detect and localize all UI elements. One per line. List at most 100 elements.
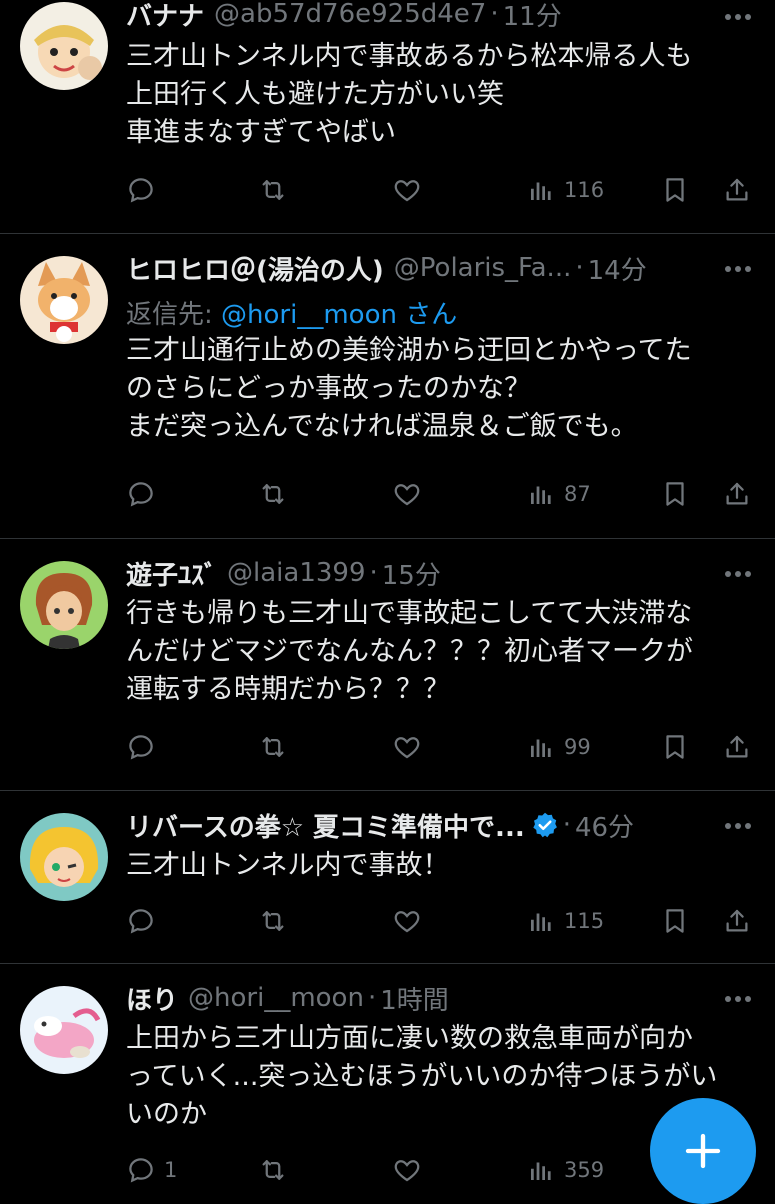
like-button[interactable] bbox=[392, 901, 422, 941]
anime-boy-avatar[interactable] bbox=[20, 561, 108, 649]
reply-suffix: さん bbox=[405, 300, 458, 330]
tweet[interactable]: ヒロヒロ＠(湯治の人) @Polaris_Fa... · 14分 返信先: @h… bbox=[0, 234, 775, 539]
tweet-actions: 116 bbox=[126, 170, 755, 210]
more-options-icon[interactable] bbox=[721, 254, 755, 284]
views-button[interactable]: 87 bbox=[526, 474, 591, 514]
tweet[interactable]: リバースの拳☆ 夏コミ準備中で... · 46分 三才山トンネル内で事故！ 11… bbox=[0, 791, 775, 964]
tweet-text: 行きも帰りも三才山で事故起こしてて大渋滞な んだけどマジでなんなん？？？初心者マ… bbox=[126, 598, 693, 705]
more-options-icon[interactable] bbox=[721, 984, 755, 1014]
user-handle[interactable]: @hori__moon bbox=[188, 983, 364, 1013]
views-icon bbox=[526, 732, 556, 762]
share-icon bbox=[722, 479, 752, 509]
pink-creature-avatar[interactable] bbox=[20, 986, 108, 1074]
more-options-icon[interactable] bbox=[721, 2, 755, 32]
views-count: 99 bbox=[564, 735, 591, 759]
plus-icon bbox=[685, 1133, 721, 1169]
views-count: 87 bbox=[564, 482, 591, 506]
reply-mention-link[interactable]: @hori__moon bbox=[221, 300, 397, 330]
like-button[interactable] bbox=[392, 170, 422, 210]
like-button[interactable] bbox=[392, 1150, 422, 1190]
retweet-icon bbox=[258, 1155, 288, 1185]
timestamp[interactable]: 46分 bbox=[575, 807, 634, 844]
more-options-icon[interactable] bbox=[721, 559, 755, 589]
tweet-actions: 99 bbox=[126, 727, 755, 767]
anime-girl-avatar[interactable] bbox=[20, 813, 108, 901]
retweet-button[interactable] bbox=[258, 901, 288, 941]
compose-button[interactable] bbox=[650, 1098, 756, 1204]
reply-icon bbox=[126, 906, 156, 936]
separator: · bbox=[562, 810, 571, 840]
timestamp[interactable]: 15分 bbox=[382, 555, 441, 592]
views-icon bbox=[526, 1155, 556, 1185]
share-icon bbox=[722, 175, 752, 205]
retweet-button[interactable] bbox=[258, 727, 288, 767]
user-handle[interactable]: @laia1399 bbox=[227, 558, 365, 588]
display-name[interactable]: バナナ bbox=[126, 0, 204, 33]
separator: · bbox=[369, 558, 378, 588]
anime-character-avatar[interactable] bbox=[20, 2, 108, 90]
views-button[interactable]: 116 bbox=[526, 170, 604, 210]
user-handle[interactable]: @ab57d76e925d4e7 bbox=[214, 0, 486, 29]
retweet-icon bbox=[258, 479, 288, 509]
bookmark-button[interactable] bbox=[660, 474, 690, 514]
timestamp[interactable]: 1時間 bbox=[380, 980, 449, 1017]
verified-badge-icon bbox=[533, 812, 557, 838]
more-options-icon[interactable] bbox=[721, 811, 755, 841]
tweet-header: ほり @hori__moon · 1時間 bbox=[126, 978, 755, 1018]
heart-icon bbox=[392, 175, 422, 205]
bookmark-icon bbox=[660, 732, 690, 762]
share-button[interactable] bbox=[722, 901, 752, 941]
display-name[interactable]: リバースの拳☆ 夏コミ準備中で... bbox=[126, 807, 525, 844]
tweet[interactable]: バナナ @ab57d76e925d4e7 · 11分 三才山トンネル内で事故ある… bbox=[0, 0, 775, 234]
like-button[interactable] bbox=[392, 474, 422, 514]
share-icon bbox=[722, 732, 752, 762]
retweet-button[interactable] bbox=[258, 474, 288, 514]
bookmark-button[interactable] bbox=[660, 727, 690, 767]
views-count: 359 bbox=[564, 1158, 605, 1182]
share-button[interactable] bbox=[722, 170, 752, 210]
retweet-button[interactable] bbox=[258, 170, 288, 210]
views-button[interactable]: 359 bbox=[526, 1150, 604, 1190]
bookmark-button[interactable] bbox=[660, 170, 690, 210]
reply-icon bbox=[126, 479, 156, 509]
bookmark-icon bbox=[660, 479, 690, 509]
separator: · bbox=[367, 983, 377, 1013]
separator: · bbox=[575, 253, 584, 283]
reply-prefix: 返信先: bbox=[126, 300, 213, 330]
timestamp[interactable]: 14分 bbox=[588, 250, 647, 287]
views-icon bbox=[526, 906, 556, 936]
display-name[interactable]: 遊子ﾕｽﾞ bbox=[126, 555, 217, 592]
bookmark-icon bbox=[660, 906, 690, 936]
reply-context: 返信先: @hori__moon さん bbox=[126, 294, 457, 331]
views-button[interactable]: 115 bbox=[526, 901, 604, 941]
heart-icon bbox=[392, 479, 422, 509]
reply-count: 1 bbox=[164, 1158, 178, 1182]
display-name[interactable]: ほり bbox=[126, 980, 178, 1017]
reply-button[interactable] bbox=[126, 727, 156, 767]
tweet-header: バナナ @ab57d76e925d4e7 · 11分 bbox=[126, 0, 755, 34]
user-handle[interactable]: @Polaris_Fa... bbox=[394, 253, 572, 283]
retweet-icon bbox=[258, 175, 288, 205]
heart-icon bbox=[392, 906, 422, 936]
tweet[interactable]: 遊子ﾕｽﾞ @laia1399 · 15分 行きも帰りも三才山で事故起こしてて大… bbox=[0, 539, 775, 791]
heart-icon bbox=[392, 732, 422, 762]
retweet-icon bbox=[258, 732, 288, 762]
share-button[interactable] bbox=[722, 474, 752, 514]
tweet-header: ヒロヒロ＠(湯治の人) @Polaris_Fa... · 14分 bbox=[126, 248, 755, 288]
bookmark-button[interactable] bbox=[660, 901, 690, 941]
views-count: 116 bbox=[564, 178, 605, 202]
retweet-button[interactable] bbox=[258, 1150, 288, 1190]
reply-button[interactable] bbox=[126, 474, 156, 514]
corgi-avatar[interactable] bbox=[20, 256, 108, 344]
reply-icon bbox=[126, 732, 156, 762]
views-button[interactable]: 99 bbox=[526, 727, 591, 767]
timestamp[interactable]: 11分 bbox=[503, 0, 562, 33]
tweet-text: 上田から三才山方面に凄い数の救急車両が向か っていく...突っ込むほうがいいのか… bbox=[126, 1023, 718, 1130]
reply-button[interactable] bbox=[126, 170, 156, 210]
share-button[interactable] bbox=[722, 727, 752, 767]
reply-button[interactable] bbox=[126, 901, 156, 941]
views-icon bbox=[526, 175, 556, 205]
reply-button[interactable]: 1 bbox=[126, 1150, 177, 1190]
like-button[interactable] bbox=[392, 727, 422, 767]
display-name[interactable]: ヒロヒロ＠(湯治の人) bbox=[126, 250, 384, 287]
